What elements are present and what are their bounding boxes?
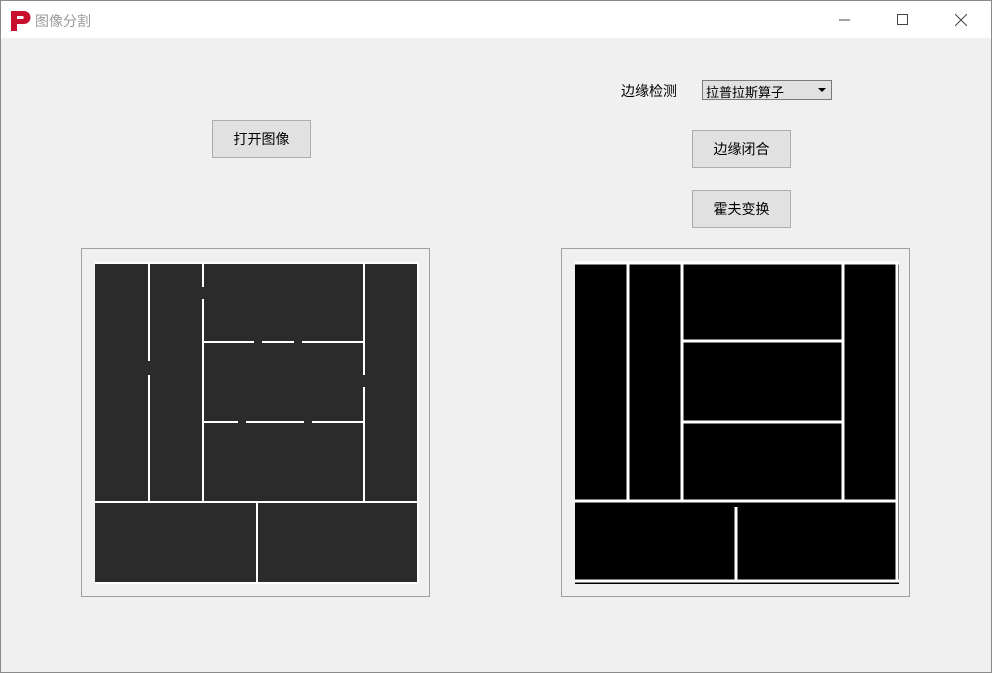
- result-image: [575, 261, 899, 584]
- result-image-panel: [561, 248, 910, 597]
- minimize-icon: [839, 19, 850, 20]
- minimize-button[interactable]: [816, 1, 874, 38]
- edge-close-button[interactable]: 边缘闭合: [692, 130, 791, 168]
- app-p-icon: [11, 11, 31, 31]
- close-button[interactable]: [932, 1, 990, 38]
- edge-detect-label: 边缘检测: [621, 84, 677, 100]
- open-image-button[interactable]: 打开图像: [212, 120, 311, 158]
- edge-detect-select[interactable]: 拉普拉斯算子: [702, 80, 832, 101]
- maximize-button[interactable]: [874, 1, 932, 38]
- source-image: [95, 262, 419, 584]
- hough-transform-button[interactable]: 霍夫变换: [692, 190, 791, 228]
- edge-detect-selected-value: 拉普拉斯算子: [706, 86, 785, 101]
- source-image-panel: [81, 248, 430, 597]
- dropdown-arrow-icon: [818, 88, 826, 92]
- title-bar[interactable]: 图像分割: [1, 1, 991, 38]
- main-window: 图像分割 打开图像 边缘检测 拉普拉斯算子 边缘闭合 霍夫变换: [0, 0, 992, 673]
- maximize-icon: [897, 13, 908, 25]
- window-title: 图像分割: [35, 14, 91, 30]
- close-icon: [955, 13, 967, 26]
